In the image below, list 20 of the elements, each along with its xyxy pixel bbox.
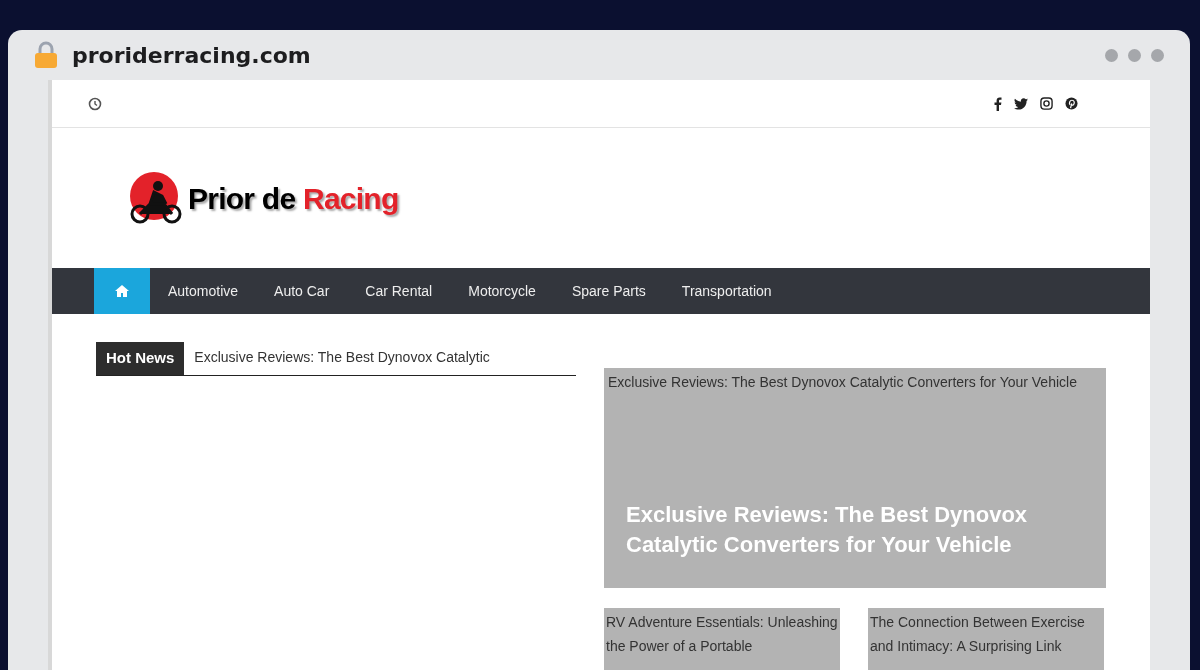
site-logo-text: Racing (302, 181, 399, 215)
hot-news-label: Hot News (96, 342, 185, 375)
home-nav-button[interactable] (94, 268, 150, 314)
pinterest-icon[interactable] (1065, 97, 1078, 110)
image-alt-text: RV Adventure Essentials: Unleashing the Power of a Portable (606, 613, 838, 656)
hot-news-headline[interactable]: Exclusive Reviews: The Best Dynovox Catalytic (184, 342, 500, 375)
motorcycle-rider-logo-icon (128, 172, 184, 224)
instagram-icon[interactable] (1040, 97, 1053, 110)
post-card[interactable]: The Connection Between Exercise and Intimacy: A Surprising Link (868, 608, 1104, 670)
post-card[interactable]: RV Adventure Essentials: Unleashing the Power of a Portable (604, 608, 840, 670)
image-alt-text: The Connection Between Exercise and Intimacy: A Surprising Link (870, 613, 1086, 656)
lock-icon (34, 41, 58, 69)
home-icon (114, 284, 130, 298)
image-alt-text: Exclusive Reviews: The Best Dynovox Catalytic Converters for Your Vehicle (607, 373, 1078, 392)
featured-post-card[interactable]: Exclusive Reviews: The Best Dynovox Catalytic Converters for Your Vehicle Exclusive Reviews: The Best Dynovox Catalytic Converters for Your Vehicle (604, 368, 1106, 588)
twitter-icon[interactable] (1014, 97, 1028, 110)
clock-icon (88, 96, 102, 111)
url-text: proriderracing.com (72, 41, 311, 70)
facebook-icon[interactable] (994, 96, 1002, 111)
site-logo-text: Prior de (188, 181, 296, 215)
